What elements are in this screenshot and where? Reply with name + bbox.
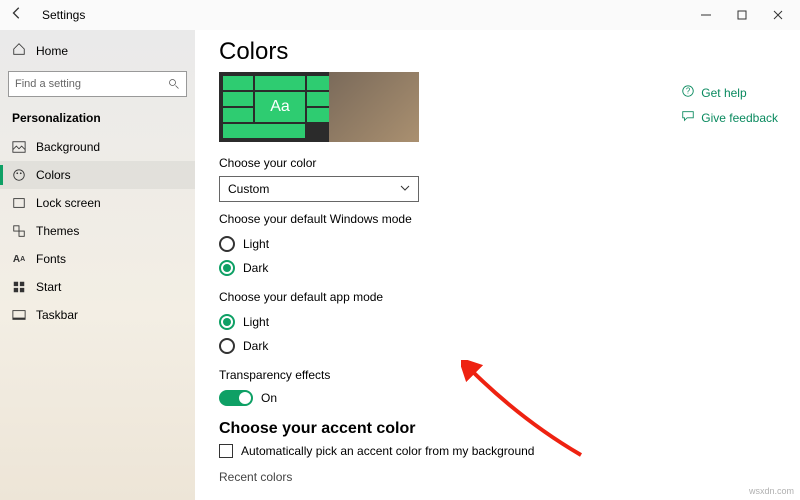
link-label: Get help: [701, 86, 746, 100]
search-placeholder: Find a setting: [15, 78, 81, 90]
window-title: Settings: [42, 8, 85, 22]
back-icon[interactable]: [10, 6, 30, 25]
preview-text: Aa: [255, 92, 305, 122]
accent-auto-checkbox[interactable]: Automatically pick an accent color from …: [219, 438, 776, 464]
accent-heading: Choose your accent color: [219, 420, 776, 438]
radio-icon: [219, 314, 235, 330]
sidebar-item-lockscreen[interactable]: Lock screen: [0, 189, 195, 217]
checkbox-icon: [219, 444, 233, 458]
close-button[interactable]: [760, 0, 796, 30]
give-feedback-link[interactable]: Give feedback: [681, 109, 778, 126]
recent-colors-label: Recent colors: [219, 470, 776, 484]
sidebar-item-label: Themes: [36, 224, 79, 238]
help-icon: ?: [681, 84, 695, 101]
fonts-icon: AA: [12, 252, 26, 266]
checkbox-label: Automatically pick an accent color from …: [241, 444, 534, 458]
transparency-toggle[interactable]: [219, 390, 253, 406]
sidebar-item-label: Colors: [36, 168, 71, 182]
color-select-value: Custom: [228, 182, 269, 196]
radio-label: Dark: [243, 261, 268, 275]
sidebar-item-taskbar[interactable]: Taskbar: [0, 301, 195, 329]
app-mode-label: Choose your default app mode: [219, 290, 776, 304]
sidebar-item-start[interactable]: Start: [0, 273, 195, 301]
sidebar-item-colors[interactable]: Colors: [0, 161, 195, 189]
sidebar: Home Find a setting Personalization Back…: [0, 30, 195, 500]
windows-mode-light[interactable]: Light: [219, 232, 776, 256]
home-icon: [12, 42, 26, 59]
get-help-link[interactable]: ? Get help: [681, 84, 778, 101]
app-mode-light[interactable]: Light: [219, 310, 776, 334]
theme-preview: Aa: [219, 72, 419, 142]
search-input[interactable]: Find a setting: [8, 71, 187, 97]
sidebar-section: Personalization: [0, 107, 195, 133]
watermark: wsxdn.com: [749, 486, 794, 496]
search-icon: [168, 78, 180, 90]
palette-icon: [12, 168, 26, 182]
radio-icon: [219, 338, 235, 354]
sidebar-item-themes[interactable]: Themes: [0, 217, 195, 245]
sidebar-item-fonts[interactable]: AA Fonts: [0, 245, 195, 273]
minimize-button[interactable]: [688, 0, 724, 30]
sidebar-item-label: Lock screen: [36, 196, 101, 210]
radio-icon: [219, 260, 235, 276]
title-bar: Settings: [0, 0, 800, 30]
page-title: Colors: [219, 38, 776, 66]
radio-label: Dark: [243, 339, 268, 353]
maximize-button[interactable]: [724, 0, 760, 30]
feedback-icon: [681, 109, 695, 126]
link-label: Give feedback: [701, 111, 778, 125]
radio-label: Light: [243, 315, 269, 329]
sidebar-item-label: Taskbar: [36, 308, 78, 322]
home-button[interactable]: Home: [0, 36, 195, 65]
chevron-down-icon: [400, 182, 410, 196]
transparency-value: On: [261, 391, 277, 405]
windows-mode-dark[interactable]: Dark: [219, 256, 776, 280]
sidebar-item-background[interactable]: Background: [0, 133, 195, 161]
main-content: Colors Aa Choose your color Custom Choos…: [195, 30, 800, 500]
picture-icon: [12, 140, 26, 154]
sidebar-item-label: Background: [36, 140, 100, 154]
taskbar-icon: [12, 308, 26, 322]
sidebar-item-label: Start: [36, 280, 61, 294]
choose-color-label: Choose your color: [219, 156, 776, 170]
svg-text:?: ?: [686, 87, 691, 96]
sidebar-item-label: Fonts: [36, 252, 66, 266]
app-mode-dark[interactable]: Dark: [219, 334, 776, 358]
start-icon: [12, 280, 26, 294]
home-label: Home: [36, 44, 68, 58]
lock-icon: [12, 196, 26, 210]
transparency-label: Transparency effects: [219, 368, 776, 382]
radio-label: Light: [243, 237, 269, 251]
color-select[interactable]: Custom: [219, 176, 419, 202]
windows-mode-label: Choose your default Windows mode: [219, 212, 776, 226]
themes-icon: [12, 224, 26, 238]
radio-icon: [219, 236, 235, 252]
